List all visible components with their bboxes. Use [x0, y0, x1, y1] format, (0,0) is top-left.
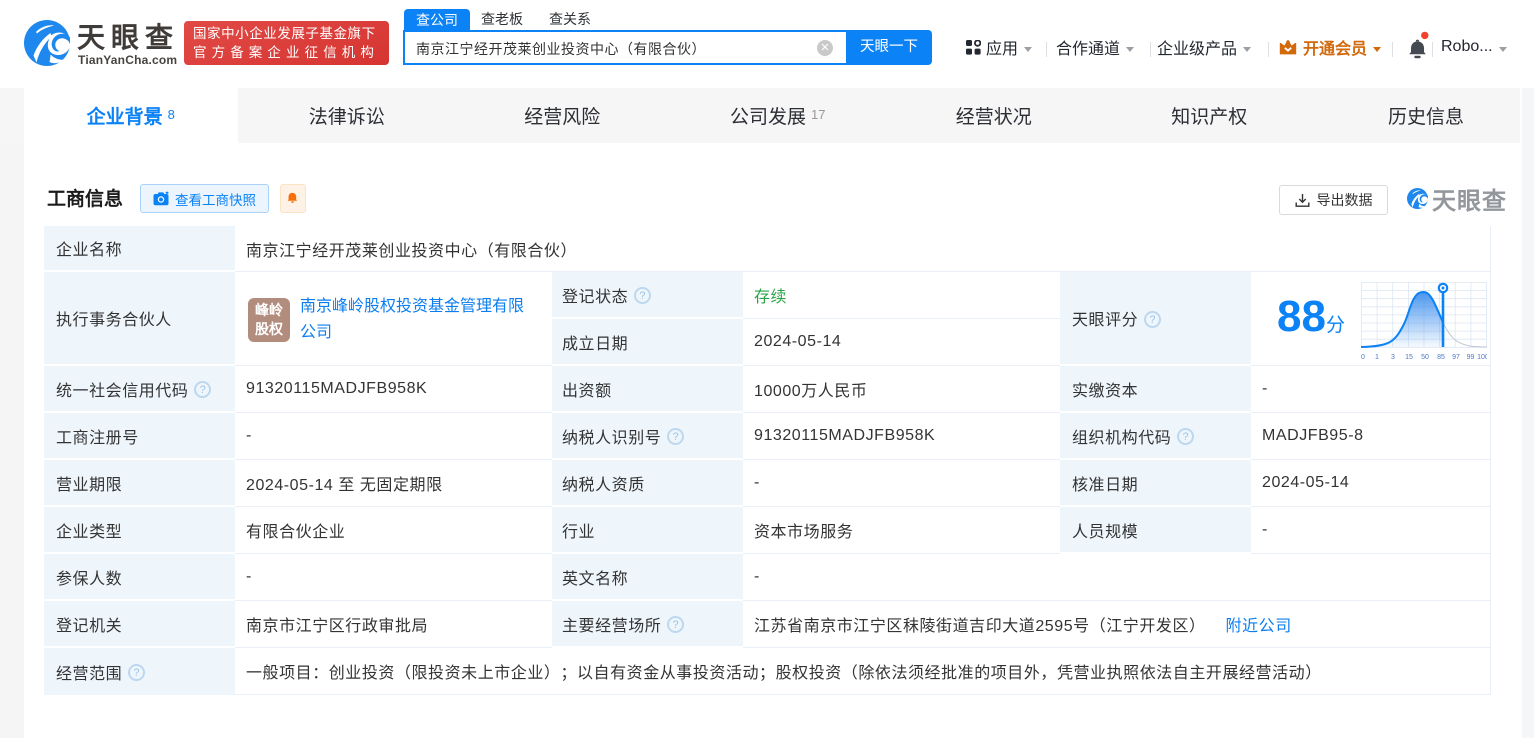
svg-text:50: 50 [1421, 354, 1429, 361]
svg-text:85: 85 [1437, 354, 1445, 361]
svg-text:97: 97 [1452, 354, 1460, 361]
svg-text:100: 100 [1477, 354, 1487, 361]
svg-text:15: 15 [1405, 354, 1413, 361]
svg-text:99: 99 [1467, 354, 1475, 361]
svg-text:1: 1 [1375, 354, 1379, 361]
svg-text:0: 0 [1361, 354, 1365, 361]
svg-text:3: 3 [1391, 354, 1395, 361]
